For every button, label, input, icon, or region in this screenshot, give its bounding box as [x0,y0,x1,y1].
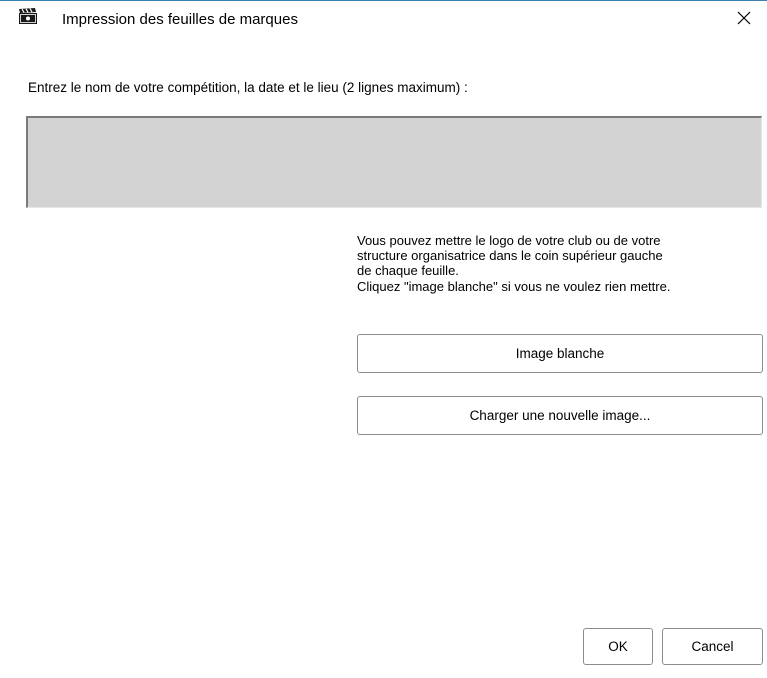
ok-button[interactable]: OK [583,628,653,665]
competition-prompt-label: Entrez le nom de votre compétition, la d… [28,80,468,95]
logo-info-line: Vous pouvez mettre le logo de votre club… [357,233,661,248]
close-button[interactable] [721,2,767,34]
clapperboard-icon [19,8,37,24]
title-bar: Impression des feuilles de marques [0,1,767,35]
dialog-window: Impression des feuilles de marques Entre… [0,0,767,678]
logo-info-line: de chaque feuille. [357,263,459,279]
load-image-button[interactable]: Charger une nouvelle image... [357,396,763,435]
close-icon [737,11,751,25]
logo-info-line: structure organisatrice dans le coin sup… [357,248,663,264]
logo-info-line: Cliquez "image blanche" si vous ne voule… [357,278,671,294]
logo-info-text: Vous pouvez mettre le logo de votre club… [357,233,762,294]
window-title: Impression des feuilles de marques [62,11,298,28]
blank-image-button[interactable]: Image blanche [357,334,763,373]
cancel-button[interactable]: Cancel [662,628,763,665]
competition-name-field[interactable] [26,116,762,208]
